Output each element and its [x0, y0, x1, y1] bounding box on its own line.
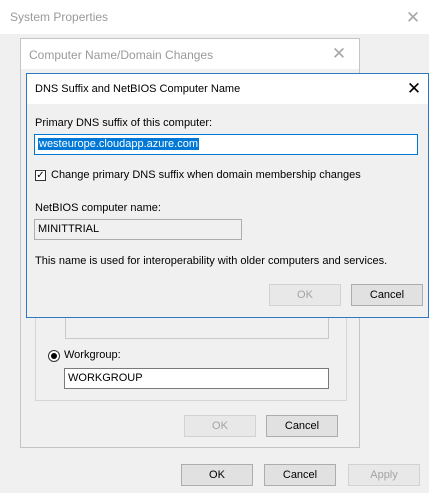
dns-cancel-button[interactable]: Cancel — [351, 284, 423, 306]
dns-suffix-dialog: DNS Suffix and NetBIOS Computer Name ✕ P… — [26, 73, 429, 318]
domain-changes-cancel-button[interactable]: Cancel — [266, 415, 338, 437]
domain-changes-close-icon[interactable]: ✕ — [327, 44, 351, 64]
system-properties-titlebar: System Properties ✕ — [0, 0, 429, 34]
change-dns-checkbox-label: Change primary DNS suffix when domain me… — [51, 169, 361, 181]
dns-suffix-close-icon[interactable]: ✕ — [402, 79, 426, 99]
system-properties-title: System Properties — [10, 10, 109, 24]
system-properties-cancel-button[interactable]: Cancel — [264, 464, 336, 486]
domain-changes-ok-button: OK — [184, 415, 256, 437]
domain-changes-title: Computer Name/Domain Changes — [29, 48, 214, 62]
dns-suffix-title: DNS Suffix and NetBIOS Computer Name — [35, 83, 241, 95]
workgroup-input[interactable]: WORKGROUP — [64, 368, 329, 389]
change-dns-checkbox[interactable]: ✓ — [35, 170, 46, 181]
system-properties-ok-button[interactable]: OK — [181, 464, 253, 486]
dns-suffix-titlebar: DNS Suffix and NetBIOS Computer Name ✕ — [27, 74, 428, 104]
workgroup-radio[interactable] — [48, 350, 60, 362]
system-properties-close-icon[interactable]: ✕ — [401, 8, 425, 28]
netbios-input: MINITTRIAL — [34, 219, 242, 240]
primary-dns-input[interactable]: westeurope.cloudapp.azure.com — [34, 134, 418, 155]
primary-dns-value: westeurope.cloudapp.azure.com — [38, 138, 199, 150]
netbios-info-text: This name is used for interoperability w… — [35, 255, 388, 267]
dns-ok-button: OK — [269, 284, 341, 306]
domain-changes-titlebar: Computer Name/Domain Changes ✕ — [21, 39, 359, 69]
primary-dns-label: Primary DNS suffix of this computer: — [35, 117, 213, 129]
system-properties-apply-button: Apply — [348, 464, 420, 486]
netbios-label: NetBIOS computer name: — [35, 202, 161, 214]
domain-field-placeholder — [65, 317, 329, 339]
workgroup-label: Workgroup: — [64, 349, 121, 361]
